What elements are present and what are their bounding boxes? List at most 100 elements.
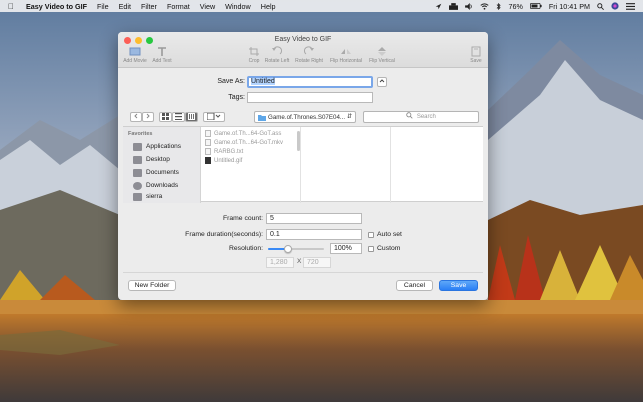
text-icon [156,46,168,57]
save-button[interactable]: Save [439,280,478,291]
sidebar-item-downloads[interactable]: Downloads [133,180,178,191]
menu-edit[interactable]: Edit [119,2,131,11]
tags-field[interactable] [247,92,373,103]
desktop-icon [133,155,142,164]
toolbar-crop[interactable]: Crop [244,46,264,64]
toolbar-flip-vertical[interactable]: Flip Vertical [366,46,398,64]
icon-view-button[interactable] [159,112,172,122]
frame-count-field[interactable]: 5 [266,213,362,224]
column-view-button[interactable] [185,112,198,122]
cancel-button[interactable]: Cancel [396,280,433,291]
sidebar-item-label: sierra [146,193,163,200]
forward-button[interactable] [142,112,154,122]
toolbar-add-movie[interactable]: Add Movie [120,46,150,64]
network-icon[interactable] [449,2,459,10]
toolbar-rotate-left-label: Rotate Left [264,58,290,64]
menu-app-name[interactable]: Easy Video to GIF [26,2,87,11]
search-icon [406,112,413,119]
toolbar-rotate-left[interactable]: Rotate Left [262,46,292,64]
list-view-button[interactable] [172,112,185,122]
battery-icon[interactable] [529,3,542,9]
resolution-label: Resolution: [228,245,263,252]
new-folder-button[interactable]: New Folder [128,280,176,291]
apple-icon[interactable]:  [8,2,20,11]
menu-window[interactable]: Window [225,2,251,11]
window-title: Easy Video to GIF [274,36,332,43]
toolbar-save[interactable]: Save [468,46,484,64]
dimension-separator: X [297,258,302,265]
custom-checkbox[interactable] [368,246,374,252]
spotlight-icon[interactable] [597,2,604,10]
save-as-field[interactable]: Untitled [247,76,373,88]
siri-icon[interactable] [611,2,619,10]
home-icon [133,192,142,201]
file-item[interactable]: Game.of.Th...64-GoT.mkv [205,138,283,147]
search-placeholder: Search [416,114,436,120]
toolbar-add-text[interactable]: Add Text [150,46,174,64]
resolution-percent-field[interactable]: 100% [330,243,362,254]
notification-center-icon[interactable] [626,2,635,10]
location-popup[interactable]: Game.of.Thrones.S07E04... ⇵ [254,111,356,123]
document-icon [205,130,211,137]
window-titlebar: Easy Video to GIF Add Movie Add Text Cro… [118,32,488,68]
sidebar-item-label: Downloads [146,182,179,189]
sidebar-item-applications[interactable]: Applications [133,141,181,152]
sidebar-item-label: Desktop [146,156,170,163]
menu-filter[interactable]: Filter [141,2,157,11]
group-by-button[interactable] [203,112,225,122]
menu-file[interactable]: File [97,2,109,11]
toolbar-flip-horizontal[interactable]: Flip Horizontal [327,46,365,64]
volume-icon[interactable] [465,2,473,10]
grid-icon [162,113,169,120]
back-button[interactable] [130,112,142,122]
flip-horizontal-icon [340,46,352,57]
save-as-label: Save As: [217,78,245,85]
file-name: Game.of.Th...64-GoT.mkv [214,139,284,146]
file-item[interactable]: Untitled.gif [205,156,242,165]
file-item[interactable]: Game.of.Th...64-GoT.ass [205,129,281,138]
menu-bar:  Easy Video to GIF File Edit Filter For… [0,0,643,12]
file-browser: Favorites Applications Desktop Documents… [123,126,483,203]
chevron-left-icon [134,113,138,119]
bluetooth-icon[interactable] [496,2,502,10]
sidebar-item-label: Documents [146,169,179,176]
auto-set-checkbox[interactable] [368,232,374,238]
search-field[interactable]: Search [363,111,479,123]
chevron-up-icon [379,79,385,83]
documents-icon [133,168,142,177]
wifi-icon[interactable] [480,2,490,10]
crop-icon [248,46,260,57]
height-field[interactable]: 720 [303,257,331,268]
file-column: Game.of.Th...64-GoT.ass Game.of.Th...64-… [201,127,301,203]
frame-duration-field[interactable]: 0.1 [266,229,362,240]
menu-help[interactable]: Help [261,2,276,11]
width-field[interactable]: 1,280 [266,257,294,268]
toolbar-add-movie-label: Add Movie [123,58,147,64]
toolbar-rotate-right[interactable]: Rotate Right [293,46,325,64]
file-name: Untitled.gif [214,157,243,164]
custom-label: Custom [377,245,401,252]
columns-icon [188,113,195,120]
resolution-slider-knob[interactable] [283,245,292,253]
file-name: Game.of.Th...64-GoT.ass [214,130,282,137]
folder-icon [258,114,266,121]
menu-format[interactable]: Format [167,2,190,11]
location-text: Game.of.Thrones.S07E04... [268,113,346,121]
menu-clock[interactable]: Fri 10:41 PM [549,2,590,11]
toolbar-save-label: Save [470,58,482,64]
sidebar-item-desktop[interactable]: Desktop [133,154,170,165]
film-icon [129,46,141,57]
location-arrow-icon[interactable] [435,3,442,10]
battery-percent[interactable]: 76% [508,2,522,11]
tags-label: Tags: [228,94,245,101]
rotate-left-icon [271,46,283,57]
sidebar-item-sierra[interactable]: sierra [133,191,162,202]
gif-file-icon [205,157,211,164]
expand-dialog-button[interactable] [377,77,387,87]
downloads-icon [133,181,142,190]
column-scrollbar[interactable] [297,131,300,151]
menu-view[interactable]: View [200,2,215,11]
file-item[interactable]: RARBG.txt [205,147,243,156]
sidebar-item-documents[interactable]: Documents [133,167,179,178]
applications-icon [133,142,142,151]
